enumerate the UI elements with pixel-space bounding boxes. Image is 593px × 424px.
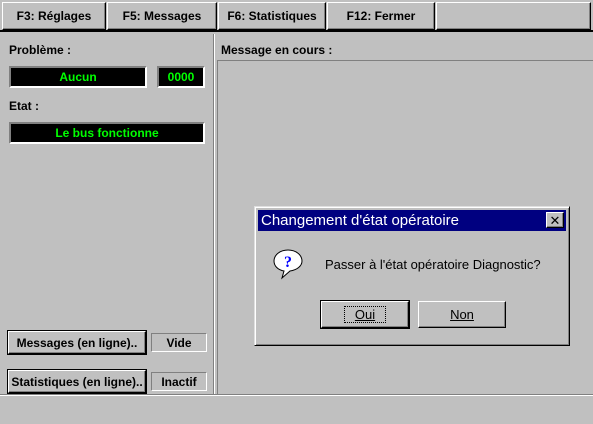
statistics-status: Inactif <box>151 372 207 391</box>
messages-status: Vide <box>151 333 207 352</box>
no-button-label: Non <box>450 307 474 322</box>
etat-value-display: Le bus fonctionne <box>9 122 205 144</box>
messages-online-button-label: Messages (en ligne).. <box>16 335 138 350</box>
state-change-dialog: Changement d'état opératoire ✕ ? Passer … <box>254 206 570 346</box>
question-icon: ? <box>273 249 303 280</box>
tab-statistiques-label: F6: Statistiques <box>227 9 317 23</box>
probleme-code-display: 0000 <box>157 66 205 88</box>
svg-text:?: ? <box>284 254 292 271</box>
statistics-online-button[interactable]: Statistiques (en ligne).. <box>8 370 146 393</box>
tab-fermer-label: F12: Fermer <box>346 9 416 23</box>
no-button[interactable]: Non <box>418 301 506 328</box>
bottom-separator <box>0 394 593 396</box>
panel-separator <box>213 34 215 394</box>
statistics-online-button-label: Statistiques (en ligne).. <box>11 374 143 389</box>
etat-label: Etat : <box>9 99 39 113</box>
dialog-titlebar[interactable]: Changement d'état opératoire ✕ <box>258 210 566 231</box>
probleme-value-display: Aucun <box>9 66 147 88</box>
function-key-tabbar: F3: Réglages F5: Messages F6: Statistiqu… <box>0 0 593 32</box>
tab-reglages-label: F3: Réglages <box>16 9 92 23</box>
probleme-label: Problème : <box>9 43 72 57</box>
tab-fermer[interactable]: F12: Fermer <box>327 2 435 30</box>
yes-button[interactable]: Oui <box>321 301 409 328</box>
yes-button-label: Oui <box>343 306 387 323</box>
messages-online-button[interactable]: Messages (en ligne).. <box>8 331 146 354</box>
message-en-cours-label: Message en cours : <box>221 43 333 57</box>
dialog-title: Changement d'état opératoire <box>261 212 459 229</box>
tab-messages-label: F5: Messages <box>122 9 202 23</box>
tab-reglages[interactable]: F3: Réglages <box>2 2 106 30</box>
close-icon[interactable]: ✕ <box>546 212 564 228</box>
dialog-message: Passer à l'état opératoire Diagnostic? <box>325 257 541 272</box>
tabbar-filler <box>436 2 591 30</box>
tab-statistiques[interactable]: F6: Statistiques <box>218 2 326 30</box>
tab-messages[interactable]: F5: Messages <box>107 2 217 30</box>
